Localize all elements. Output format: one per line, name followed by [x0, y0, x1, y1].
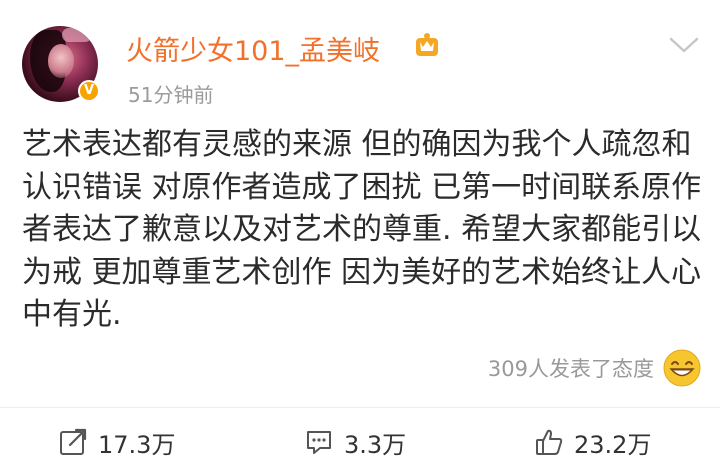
comment-icon	[307, 431, 331, 454]
repost-button[interactable]: 17.3万	[58, 424, 175, 460]
comment-button[interactable]: 3.3万	[304, 424, 406, 460]
repost-count: 17.3万	[98, 430, 176, 459]
username-link[interactable]: 火箭少女101_孟美岐	[126, 29, 380, 68]
repost-icon	[60, 428, 87, 455]
divider	[0, 407, 720, 408]
comment-count: 3.3万	[344, 430, 407, 459]
like-count: 23.2万	[574, 430, 652, 459]
reactions-summary-text: 309人发表了态度	[487, 357, 654, 381]
avatar-face-shape	[48, 44, 74, 78]
chevron-down-icon[interactable]	[668, 36, 700, 54]
post-timestamp: 51分钟前	[128, 83, 214, 107]
reactions-summary[interactable]: 309人发表了态度	[488, 346, 702, 390]
crown-member-icon[interactable]	[414, 32, 440, 58]
verified-v-badge-icon: V	[78, 80, 100, 102]
avatar-decoration-shape	[62, 28, 92, 42]
thumbs-up-icon	[536, 429, 563, 455]
post-text: 艺术表达都有灵感的来源 但的确因为我个人疏忽和认识错误 对原作者造成了困扰 已第…	[22, 127, 702, 332]
like-button[interactable]: 23.2万	[534, 424, 651, 460]
grinning-emoji-icon	[663, 349, 701, 387]
